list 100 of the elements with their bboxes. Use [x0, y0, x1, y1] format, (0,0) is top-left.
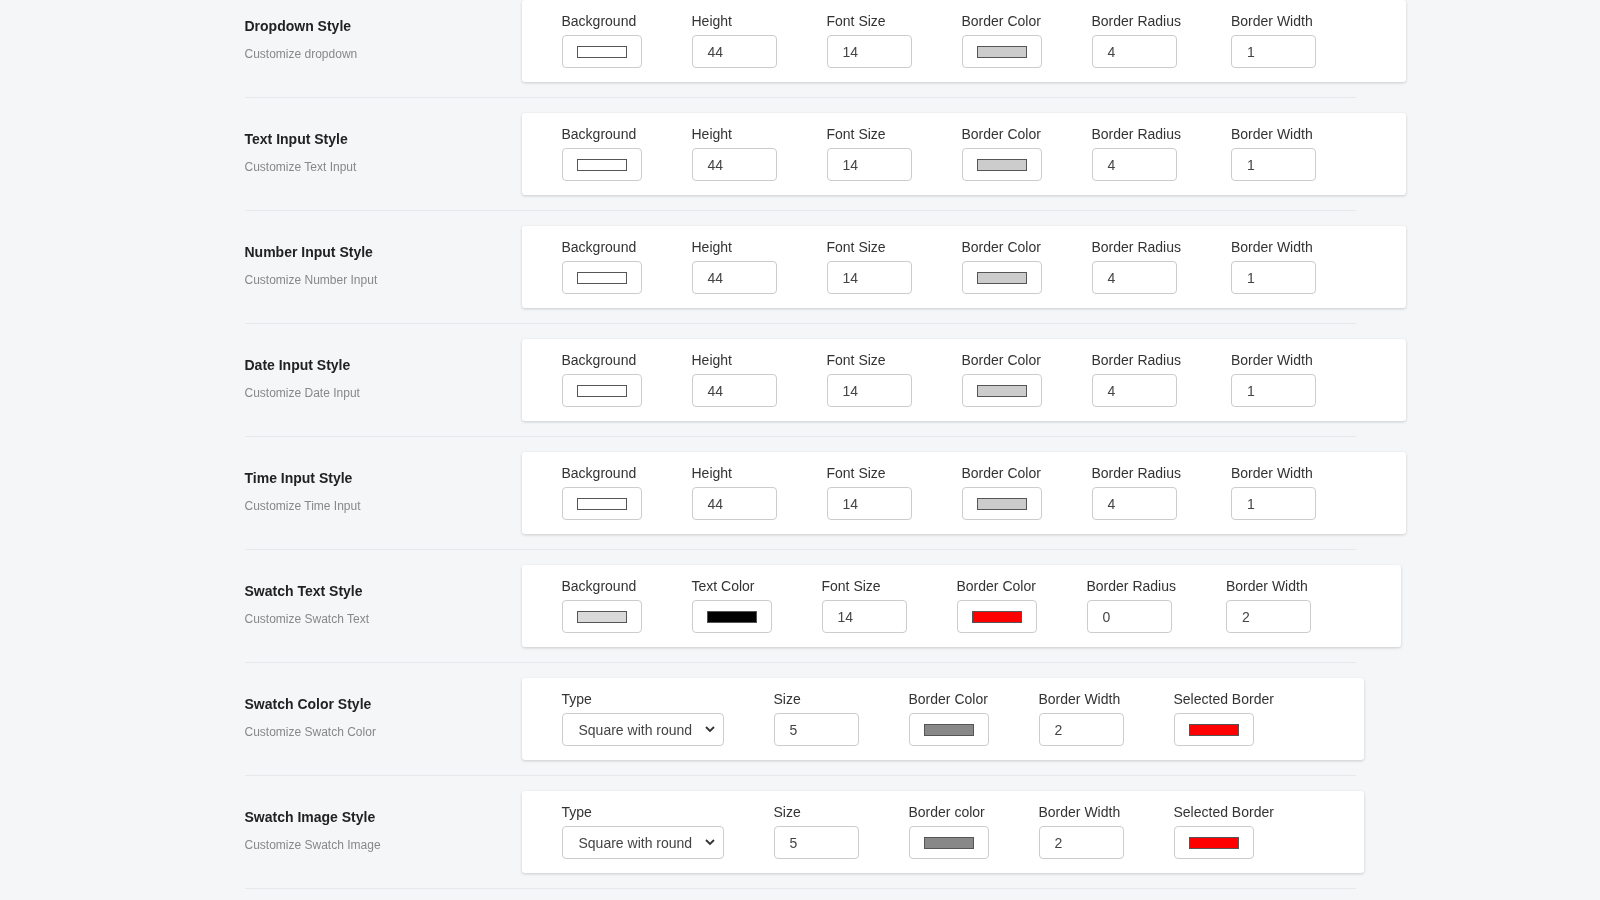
color-picker[interactable]: [561, 148, 642, 181]
chevron-down-icon: [704, 839, 715, 846]
number-input[interactable]: 44: [691, 374, 777, 407]
number-input[interactable]: 2: [1038, 713, 1124, 746]
number-input[interactable]: 14: [826, 487, 912, 520]
section-title: Swatch Text Style: [244, 582, 364, 600]
field-label: Selected Border: [1173, 803, 1274, 821]
number-input[interactable]: 4: [1091, 35, 1177, 68]
section-title: Text Input Style: [244, 130, 349, 148]
field-label: Border Width: [1231, 125, 1314, 143]
field-label: Selected Border: [1173, 690, 1274, 708]
field-label: Border Radius: [1091, 238, 1181, 256]
field-label: Border Width: [1226, 577, 1309, 595]
field-label: Border Color: [961, 351, 1042, 369]
color-picker[interactable]: [1173, 826, 1254, 859]
field-label: Height: [691, 238, 733, 256]
section-description: Customize dropdown: [244, 46, 359, 62]
field-label: Border Color: [961, 12, 1042, 30]
color-picker[interactable]: [561, 487, 642, 520]
number-input[interactable]: 5: [773, 826, 859, 859]
number-input[interactable]: 1: [1231, 35, 1316, 68]
select-value: Square with round: [578, 834, 693, 851]
number-input[interactable]: 1: [1231, 148, 1316, 181]
field-label: Background: [561, 12, 638, 30]
number-input[interactable]: 44: [691, 487, 777, 520]
field-label: Font Size: [826, 125, 887, 143]
field-label: Border Width: [1231, 238, 1314, 256]
number-input[interactable]: 1: [1231, 487, 1316, 520]
field-label: Border Color: [908, 690, 989, 708]
section-description: Customize Date Input: [244, 385, 361, 401]
color-picker[interactable]: [561, 261, 642, 294]
field-label: Type: [561, 690, 593, 708]
number-input[interactable]: 14: [826, 35, 912, 68]
section-title: Dropdown Style: [244, 17, 353, 35]
section-description: Customize Number Input: [244, 272, 379, 288]
color-picker[interactable]: [956, 600, 1037, 633]
section-description: Customize Swatch Color: [244, 724, 377, 740]
field-label: Font Size: [826, 351, 887, 369]
color-picker[interactable]: [561, 600, 642, 633]
color-picker[interactable]: [961, 35, 1042, 68]
section-title: Time Input Style: [244, 469, 354, 487]
field-label: Size: [773, 690, 802, 708]
color-picker[interactable]: [961, 374, 1042, 407]
field-label: Border Radius: [1091, 125, 1181, 143]
color-picker[interactable]: [1173, 713, 1254, 746]
field-label: Font Size: [826, 238, 887, 256]
field-label: Background: [561, 125, 638, 143]
section-title: Swatch Color Style: [244, 695, 373, 713]
number-input[interactable]: 4: [1091, 261, 1177, 294]
field-label: Height: [691, 351, 733, 369]
field-label: Font Size: [826, 12, 887, 30]
field-label: Border Width: [1038, 803, 1122, 821]
field-label: Font Size: [821, 577, 882, 595]
number-input[interactable]: 14: [826, 261, 912, 294]
color-picker[interactable]: [908, 826, 989, 859]
number-input[interactable]: 1: [1231, 374, 1316, 407]
number-input[interactable]: 0: [1086, 600, 1172, 633]
color-picker[interactable]: [961, 148, 1042, 181]
section-description: Customize Swatch Image: [244, 837, 382, 853]
color-picker[interactable]: [908, 713, 989, 746]
number-input[interactable]: 4: [1091, 487, 1177, 520]
field-label: Background: [561, 351, 638, 369]
field-label: Border Radius: [1091, 351, 1181, 369]
number-input[interactable]: 14: [826, 374, 912, 407]
field-label: Border Color: [961, 125, 1042, 143]
type-select[interactable]: Square with round: [561, 713, 724, 746]
field-label: Border Radius: [1086, 577, 1176, 595]
color-picker[interactable]: [691, 600, 772, 633]
color-picker[interactable]: [961, 487, 1042, 520]
number-input[interactable]: 44: [691, 148, 777, 181]
number-input[interactable]: 44: [691, 261, 777, 294]
section-title: Swatch Image Style: [244, 808, 377, 826]
section-description: Customize Text Input: [244, 159, 358, 175]
field-label: Border color: [908, 803, 986, 821]
field-label: Background: [561, 577, 638, 595]
field-label: Type: [561, 803, 593, 821]
number-input[interactable]: 1: [1231, 261, 1316, 294]
field-label: Height: [691, 464, 733, 482]
field-label: Border Width: [1231, 351, 1314, 369]
field-label: Background: [561, 464, 638, 482]
number-input[interactable]: 14: [821, 600, 907, 633]
section-title: Date Input Style: [244, 356, 352, 374]
number-input[interactable]: 2: [1038, 826, 1124, 859]
color-picker[interactable]: [961, 261, 1042, 294]
color-picker[interactable]: [561, 35, 642, 68]
section-description: Customize Swatch Text: [244, 611, 370, 627]
field-label: Height: [691, 12, 733, 30]
number-input[interactable]: 2: [1226, 600, 1311, 633]
number-input[interactable]: 5: [773, 713, 859, 746]
number-input[interactable]: 44: [691, 35, 777, 68]
field-label: Background: [561, 238, 638, 256]
number-input[interactable]: 14: [826, 148, 912, 181]
field-label: Border Radius: [1091, 464, 1181, 482]
number-input[interactable]: 4: [1091, 374, 1177, 407]
field-label: Border Color: [956, 577, 1037, 595]
number-input[interactable]: 4: [1091, 148, 1177, 181]
field-label: Border Width: [1231, 12, 1314, 30]
field-label: Height: [691, 125, 733, 143]
type-select[interactable]: Square with round: [561, 826, 724, 859]
color-picker[interactable]: [561, 374, 642, 407]
